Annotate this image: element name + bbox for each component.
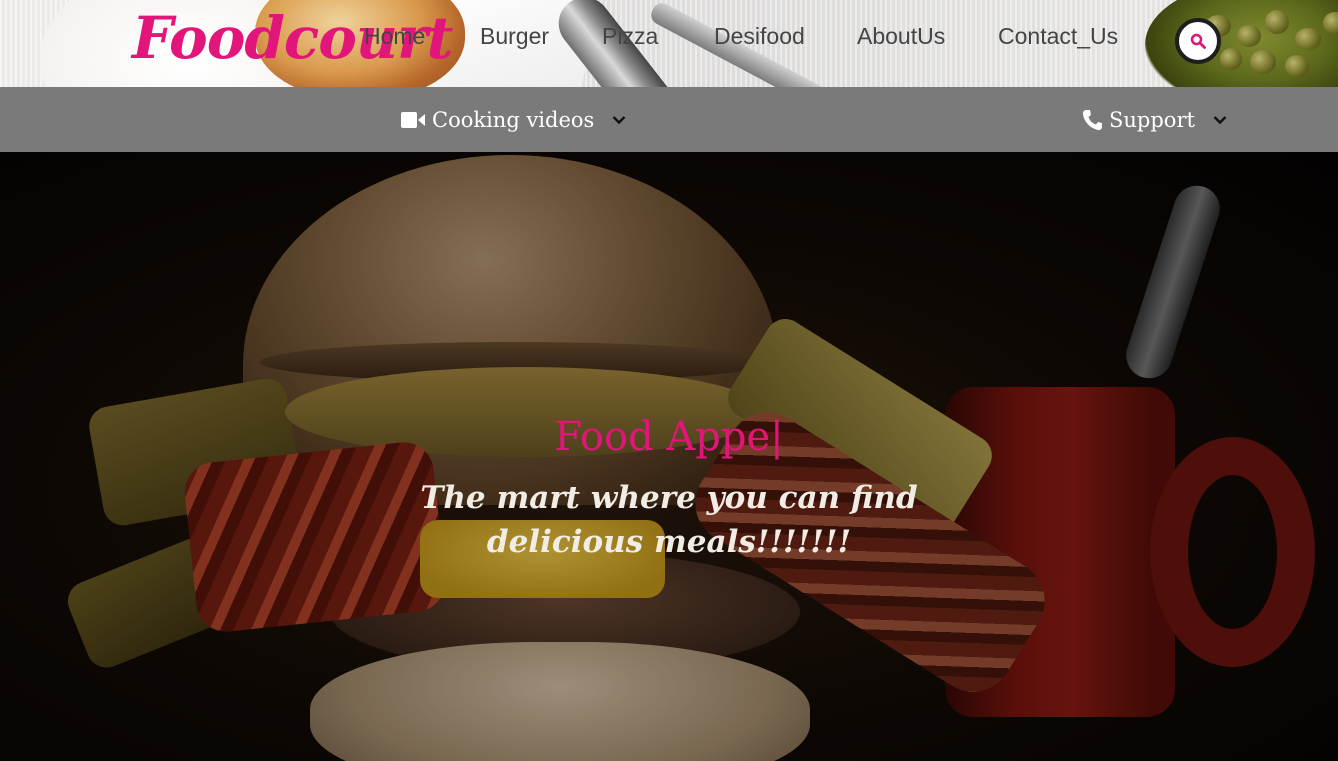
nav-link-pizza[interactable]: Pizza [602, 23, 658, 50]
search-icon [1190, 33, 1206, 49]
nav-link-home[interactable]: Home [364, 23, 425, 50]
top-header: Foodcourt Home Burger Pizza Desifood Abo… [0, 0, 1338, 87]
hero-banner: Food Appe| The mart where you can find d… [0, 152, 1338, 761]
header-caper-bowl-decoration [1145, 0, 1338, 87]
hero-title: Food Appe| [0, 414, 1338, 460]
support-label: Support [1109, 107, 1195, 132]
cooking-videos-label: Cooking videos [432, 107, 595, 132]
phone-icon [1082, 109, 1102, 130]
chevron-down-icon [1213, 115, 1227, 124]
secondary-nav-bar: Cooking videos Support [0, 87, 1338, 152]
hero-subtitle: The mart where you can find delicious me… [0, 476, 1338, 564]
chevron-down-icon [612, 115, 626, 124]
nav-link-aboutus[interactable]: AboutUs [857, 23, 945, 50]
support-dropdown[interactable]: Support [1082, 87, 1227, 152]
nav-link-desifood[interactable]: Desifood [714, 23, 805, 50]
hero-title-text: Food Appe [554, 414, 771, 460]
nav-link-burger[interactable]: Burger [480, 23, 549, 50]
nav-link-contact-us[interactable]: Contact_Us [998, 23, 1118, 50]
search-button[interactable] [1175, 18, 1221, 64]
hero-subtitle-line-1: The mart where you can find [420, 480, 918, 516]
typing-cursor: | [770, 414, 784, 460]
video-camera-icon [401, 111, 425, 128]
cooking-videos-dropdown[interactable]: Cooking videos [401, 87, 626, 152]
hero-subtitle-line-2: delicious meals!!!!!!! [486, 524, 852, 560]
